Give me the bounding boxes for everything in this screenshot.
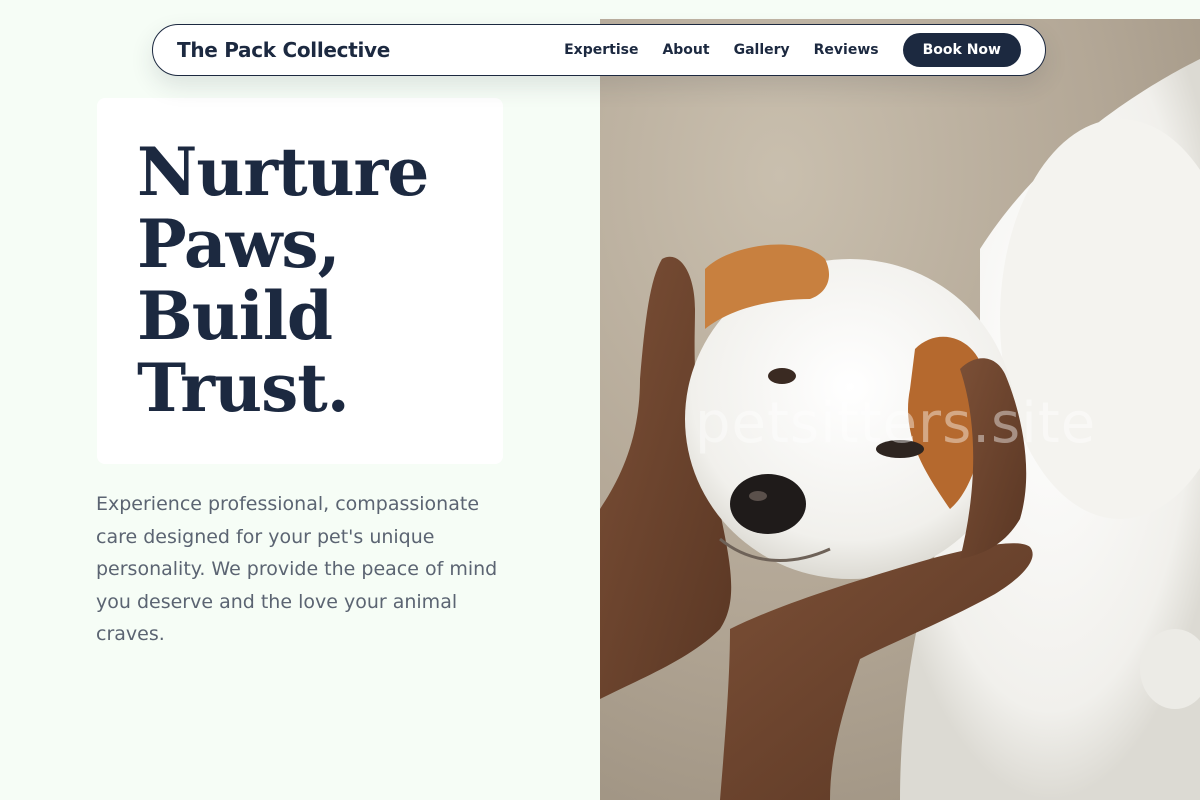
page: petsitters.site The Pack Collective Expe… — [0, 0, 1200, 800]
hero-title-line: Build — [137, 277, 333, 355]
brand-logo-text[interactable]: The Pack Collective — [177, 38, 390, 62]
top-navbar: The Pack Collective Expertise About Gall… — [152, 24, 1046, 76]
nav-link-expertise[interactable]: Expertise — [564, 42, 638, 58]
book-now-button[interactable]: Book Now — [902, 33, 1021, 67]
nav-link-about[interactable]: About — [662, 42, 709, 58]
nav-links: Expertise About Gallery Reviews Book Now — [564, 33, 1021, 67]
hero-title-card: Nurture Paws, Build Trust. — [97, 98, 503, 464]
hero-title-line: Nurture — [137, 133, 429, 211]
watermark-text: petsitters.site — [695, 391, 1097, 456]
hero-title-line: Trust. — [137, 349, 350, 427]
hero-photo: petsitters.site — [600, 19, 1200, 800]
nav-link-reviews[interactable]: Reviews — [814, 42, 879, 58]
nav-link-gallery[interactable]: Gallery — [734, 42, 790, 58]
hero-description: Experience professional, compassionate c… — [96, 493, 498, 645]
hero-title: Nurture Paws, Build Trust. — [137, 133, 429, 427]
hero-title-line: Paws, — [137, 205, 341, 283]
